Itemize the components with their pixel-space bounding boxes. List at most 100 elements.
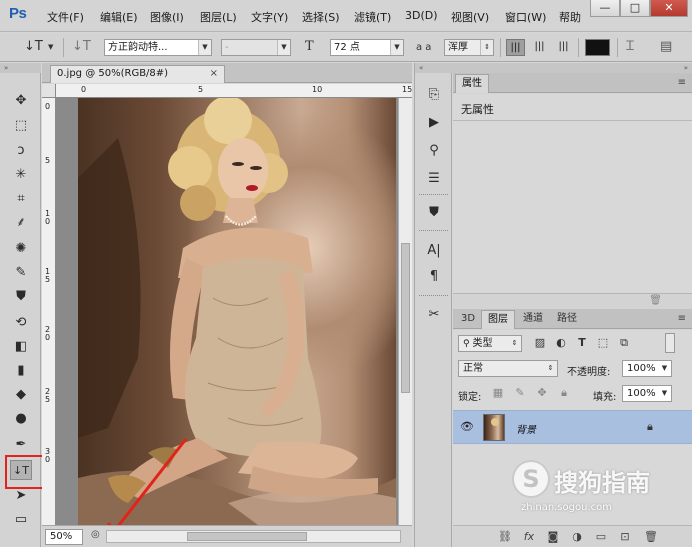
menu-3d[interactable]: 3D(D) (405, 9, 438, 22)
menu-edit[interactable]: 编辑(E) (100, 9, 138, 25)
eraser-tool-icon[interactable]: ◧ (10, 337, 32, 357)
layer-row[interactable]: 👁︎ 背景 🔒︎ (453, 410, 692, 444)
opacity-field[interactable]: 100% ▼ (622, 360, 672, 377)
adjustments-icon[interactable]: ☰ (424, 169, 444, 189)
warp-text-icon[interactable]: Ꮖ (626, 39, 635, 54)
delete-layer-icon[interactable]: 🗑︎ (643, 529, 659, 545)
zoom-level-field[interactable]: 50% (45, 529, 83, 545)
ruler-origin[interactable] (42, 84, 56, 98)
filter-shape-icon[interactable]: ⬚ (596, 336, 610, 350)
close-button[interactable]: ✕ (650, 0, 688, 17)
link-layers-icon[interactable]: ⛓ (497, 529, 513, 545)
lock-position-icon[interactable]: ✥ (535, 386, 549, 400)
antialias-select[interactable]: 浑厚 ⇕ (444, 39, 494, 56)
layer-style-icon[interactable]: fx (521, 529, 537, 545)
history-panel-icon[interactable]: ⎘ (424, 85, 444, 105)
brush-presets-icon[interactable]: ⚲ (424, 141, 444, 161)
new-group-icon[interactable]: ▭ (593, 529, 609, 545)
filter-type-icon[interactable]: T (575, 336, 589, 350)
brush-tool-icon[interactable]: ✎ (10, 263, 32, 283)
align-center-button[interactable]: ||| (530, 39, 549, 56)
align-right-button[interactable]: ||| (554, 39, 573, 56)
dodge-tool-icon[interactable]: ● (10, 409, 32, 429)
pen-tool-icon[interactable]: ✒ (10, 435, 32, 455)
clone-source-icon[interactable]: ⛊ (424, 203, 444, 223)
vertical-scrollbar[interactable] (398, 98, 412, 525)
menu-help[interactable]: 帮助 (559, 9, 581, 25)
gradient-tool-icon[interactable]: ▮ (10, 361, 32, 381)
font-size-field[interactable]: 72 点 ▼ (330, 39, 404, 56)
horizontal-scrollbar[interactable] (106, 530, 401, 543)
filter-adjustment-icon[interactable]: ◐ (554, 336, 568, 350)
shape-tool-icon[interactable]: ▭ (10, 510, 32, 530)
align-left-button[interactable]: ||| (506, 39, 525, 56)
panel-menu-icon[interactable]: ≡ (678, 77, 686, 88)
move-tool-icon[interactable]: ✥ (10, 91, 32, 111)
font-family-select[interactable]: 方正韵动特... ▼ (104, 39, 212, 56)
lock-pixels-icon[interactable]: ✎ (513, 386, 527, 400)
character-panel-icon[interactable]: A| (424, 241, 444, 261)
blur-tool-icon[interactable]: ◆ (10, 385, 32, 405)
eye-icon[interactable]: 👁︎ (460, 420, 474, 433)
paragraph-panel-icon[interactable]: ¶ (424, 267, 444, 287)
new-layer-icon[interactable]: ⊡ (617, 529, 633, 545)
crop-tool-icon[interactable]: ⌗ (10, 189, 32, 209)
type-tool-preset-icon[interactable]: ↓T (24, 39, 43, 54)
close-tab-icon[interactable]: × (210, 66, 218, 82)
maximize-button[interactable]: □ (620, 0, 650, 17)
lock-transparent-icon[interactable]: ▦ (491, 386, 505, 400)
tab-layers[interactable]: 图层 (481, 310, 515, 329)
path-select-tool-icon[interactable]: ➤ (10, 486, 32, 506)
layer-name[interactable]: 背景 (516, 421, 536, 436)
filter-toggle-switch[interactable] (665, 333, 675, 353)
filter-smart-object-icon[interactable]: ⧉ (617, 336, 631, 350)
panel-grip[interactable]: » (453, 63, 692, 73)
panel-grip[interactable]: « (415, 63, 453, 73)
panel-grip[interactable]: » (0, 63, 41, 73)
horizontal-ruler[interactable]: 0 5 10 15 (56, 84, 412, 98)
filter-pixel-icon[interactable]: ▨ (533, 336, 547, 350)
ruler-label: 5 (45, 156, 51, 165)
vertical-ruler[interactable]: 0 5 1 0 1 5 2 0 2 5 3 0 (42, 98, 56, 525)
font-style-select[interactable]: - ▼ (221, 39, 291, 56)
tab-channels[interactable]: 通道 (517, 310, 549, 329)
tab-3d[interactable]: 3D (455, 310, 481, 329)
menu-file[interactable]: 文件(F) (47, 9, 84, 25)
quick-select-tool-icon[interactable]: ✳ (10, 165, 32, 185)
menu-select[interactable]: 选择(S) (302, 9, 340, 25)
eyedropper-tool-icon[interactable]: ⸙ (10, 213, 32, 233)
sogou-logo-icon: S (512, 460, 550, 498)
menu-filter[interactable]: 滤镜(T) (354, 9, 391, 25)
actions-panel-icon[interactable]: ▶ (424, 113, 444, 133)
menu-view[interactable]: 视图(V) (451, 9, 489, 25)
layer-filter-select[interactable]: ⚲ 类型 ⇕ (458, 335, 522, 352)
text-orientation-icon[interactable]: ↓T (72, 39, 91, 54)
minimize-button[interactable]: — (590, 0, 620, 17)
document-tab[interactable]: 0.jpg @ 50%(RGB/8#) × (50, 65, 225, 83)
menu-image[interactable]: 图像(I) (150, 9, 184, 25)
tab-paths[interactable]: 路径 (551, 310, 583, 329)
text-color-swatch[interactable] (585, 39, 610, 56)
menu-type[interactable]: 文字(Y) (251, 9, 288, 25)
menu-layer[interactable]: 图层(L) (200, 9, 237, 25)
fill-field[interactable]: 100% ▼ (622, 385, 672, 402)
marquee-tool-icon[interactable]: ⬚ (10, 116, 32, 136)
horizontal-scroll-thumb[interactable] (187, 532, 307, 541)
adjustment-layer-icon[interactable]: ◑ (569, 529, 585, 545)
vertical-scroll-thumb[interactable] (401, 243, 410, 393)
lock-all-icon[interactable]: 🔒︎ (557, 386, 571, 400)
healing-tool-icon[interactable]: ✺ (10, 239, 32, 259)
panel-menu-icon[interactable]: ≡ (678, 313, 686, 324)
character-panel-icon[interactable]: ▤ (660, 39, 672, 54)
stamp-tool-icon[interactable]: ⛊ (10, 287, 32, 307)
tab-properties[interactable]: 属性 (455, 74, 489, 93)
history-brush-tool-icon[interactable]: ⟲ (10, 313, 32, 333)
status-info-icon[interactable]: ◎ (91, 529, 100, 540)
trash-icon[interactable]: 🗑 (649, 295, 662, 306)
tool-presets-icon[interactable]: ✂ (424, 305, 444, 325)
preset-dropdown-arrow-icon[interactable]: ▼ (48, 43, 53, 51)
lasso-tool-icon[interactable]: ↄ (10, 141, 32, 161)
blend-mode-select[interactable]: 正常 ⇕ (458, 360, 558, 377)
menu-window[interactable]: 窗口(W) (505, 9, 546, 25)
add-mask-icon[interactable]: ◙ (545, 529, 561, 545)
